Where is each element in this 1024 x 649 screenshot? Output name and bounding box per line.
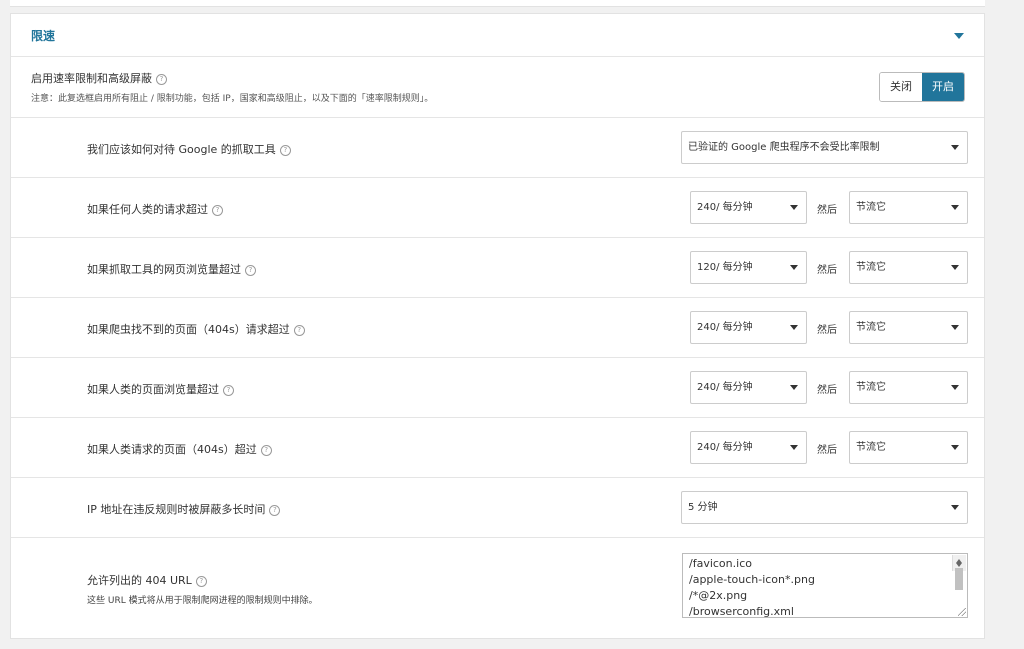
block-duration-text: IP 地址在违反规则时被屏蔽多长时间 — [87, 503, 266, 516]
human-requests-label: 如果任何人类的请求超过? — [87, 201, 223, 217]
crawler-404s-text: 如果爬虫找不到的页面（404s）请求超过 — [87, 323, 290, 336]
then-label: 然后 — [817, 445, 837, 456]
rate-value: 240/ 每分钟 — [697, 442, 753, 453]
help-icon[interactable]: ? — [269, 504, 281, 516]
google-crawlers-value: 已验证的 Google 爬虫程序不会受比率限制 — [688, 142, 880, 153]
action-value: 节流它 — [856, 202, 886, 213]
block-duration-row: IP 地址在违反规则时被屏蔽多长时间? 5 分钟 — [11, 478, 984, 538]
enable-rate-limiting-row: 启用速率限制和高级屏蔽? 注意：此复选框启用所有阻止 / 限制功能，包括 IP，… — [11, 57, 984, 118]
crawler-404s-label: 如果爬虫找不到的页面（404s）请求超过? — [87, 321, 305, 337]
human-requests-action-select[interactable]: 节流它 — [849, 191, 968, 224]
human-requests-text: 如果任何人类的请求超过 — [87, 203, 208, 216]
enable-rate-limiting-note: 注意：此复选框启用所有阻止 / 限制功能，包括 IP，国家和高级阻止，以及下面的… — [31, 94, 434, 104]
crawler-pageviews-action-select[interactable]: 节流它 — [849, 251, 968, 284]
action-value: 节流它 — [856, 322, 886, 333]
rate-value: 240/ 每分钟 — [697, 382, 753, 393]
human-404s-row: 如果人类请求的页面（404s）超过? 240/ 每分钟 然后 节流它 — [11, 418, 984, 478]
scroll-thumb[interactable] — [955, 568, 963, 590]
human-404s-text: 如果人类请求的页面（404s）超过 — [87, 443, 257, 456]
google-crawlers-label: 我们应该如何对待 Google 的抓取工具? — [87, 141, 291, 157]
allowed-404-urls-label: 允许列出的 404 URL? — [87, 572, 207, 588]
crawler-pageviews-label: 如果抓取工具的网页浏览量超过? — [87, 261, 256, 277]
toggle-off-button[interactable]: 关闭 — [880, 73, 922, 101]
help-icon[interactable]: ? — [245, 264, 256, 276]
url-line: /browserconfig.xml — [689, 605, 794, 618]
human-pageviews-label: 如果人类的页面浏览量超过? — [87, 381, 234, 397]
panel-title: 限速 — [31, 29, 56, 43]
dropdown-arrow-icon — [790, 325, 798, 330]
then-label: 然后 — [817, 385, 837, 396]
human-404s-label: 如果人类请求的页面（404s）超过? — [87, 441, 272, 457]
rate-limiting-panel: 限速 启用速率限制和高级屏蔽? 注意：此复选框启用所有阻止 / 限制功能，包括 … — [10, 13, 985, 639]
enable-rate-limiting-text: 启用速率限制和高级屏蔽 — [31, 72, 152, 85]
collapse-caret-icon[interactable] — [954, 33, 964, 39]
dropdown-arrow-icon — [790, 385, 798, 390]
action-value: 节流它 — [856, 262, 886, 273]
toggle-on-button[interactable]: 开启 — [922, 73, 964, 101]
url-line: /favicon.ico — [689, 557, 752, 570]
help-icon[interactable]: ? — [223, 384, 234, 396]
dropdown-arrow-icon — [951, 265, 959, 270]
help-icon[interactable]: ? — [279, 144, 291, 156]
action-value: 节流它 — [856, 442, 886, 453]
help-icon[interactable]: ? — [293, 324, 305, 336]
crawler-pageviews-text: 如果抓取工具的网页浏览量超过 — [87, 263, 241, 276]
dropdown-arrow-icon — [951, 145, 959, 150]
rate-value: 240/ 每分钟 — [697, 322, 753, 333]
block-duration-select[interactable]: 5 分钟 — [681, 491, 968, 524]
url-line: /*@2x.png — [689, 589, 748, 602]
help-icon[interactable]: ? — [195, 575, 207, 587]
human-requests-row: 如果任何人类的请求超过? 240/ 每分钟 然后 节流它 — [11, 178, 984, 238]
dropdown-arrow-icon — [790, 205, 798, 210]
google-crawlers-row: 我们应该如何对待 Google 的抓取工具? 已验证的 Google 爬虫程序不… — [11, 118, 984, 178]
help-icon[interactable]: ? — [212, 204, 223, 216]
then-label: 然后 — [817, 205, 837, 216]
human-pageviews-rate-select[interactable]: 240/ 每分钟 — [690, 371, 807, 404]
google-crawlers-text: 我们应该如何对待 Google 的抓取工具 — [87, 143, 276, 156]
human-404s-rate-select[interactable]: 240/ 每分钟 — [690, 431, 807, 464]
dropdown-arrow-icon — [951, 205, 959, 210]
then-label: 然后 — [817, 325, 837, 336]
dropdown-arrow-icon — [790, 265, 798, 270]
resize-handle-icon[interactable] — [958, 608, 966, 616]
dropdown-arrow-icon — [951, 325, 959, 330]
allowed-404-urls-textarea[interactable]: /favicon.ico /apple-touch-icon*.png /*@2… — [682, 553, 968, 618]
dropdown-arrow-icon — [951, 385, 959, 390]
then-label: 然后 — [817, 265, 837, 276]
enable-toggle[interactable]: 关闭 开启 — [879, 72, 965, 102]
crawler-pageviews-rate-select[interactable]: 120/ 每分钟 — [690, 251, 807, 284]
rate-value: 240/ 每分钟 — [697, 202, 753, 213]
dropdown-arrow-icon — [790, 445, 798, 450]
crawler-404s-rate-select[interactable]: 240/ 每分钟 — [690, 311, 807, 344]
human-pageviews-action-select[interactable]: 节流它 — [849, 371, 968, 404]
help-icon[interactable]: ? — [156, 73, 167, 85]
crawler-404s-row: 如果爬虫找不到的页面（404s）请求超过? 240/ 每分钟 然后 节流它 — [11, 298, 984, 358]
dropdown-arrow-icon — [951, 445, 959, 450]
allowed-404-urls-text: 允许列出的 404 URL — [87, 574, 192, 587]
textarea-scrollbar[interactable] — [952, 555, 966, 590]
google-crawlers-select[interactable]: 已验证的 Google 爬虫程序不会受比率限制 — [681, 131, 968, 164]
crawler-pageviews-row: 如果抓取工具的网页浏览量超过? 120/ 每分钟 然后 节流它 — [11, 238, 984, 298]
crawler-404s-action-select[interactable]: 节流它 — [849, 311, 968, 344]
human-pageviews-row: 如果人类的页面浏览量超过? 240/ 每分钟 然后 节流它 — [11, 358, 984, 418]
url-line: /apple-touch-icon*.png — [689, 573, 815, 586]
previous-panel-edge — [10, 0, 985, 7]
human-pageviews-text: 如果人类的页面浏览量超过 — [87, 383, 219, 396]
allowed-404-urls-note: 这些 URL 模式将从用于限制爬网进程的限制规则中排除。 — [87, 596, 318, 606]
block-duration-label: IP 地址在违反规则时被屏蔽多长时间? — [87, 501, 281, 517]
scroll-down-arrow-icon[interactable] — [956, 563, 962, 567]
block-duration-value: 5 分钟 — [688, 502, 718, 513]
human-requests-rate-select[interactable]: 240/ 每分钟 — [690, 191, 807, 224]
help-icon[interactable]: ? — [260, 444, 272, 456]
dropdown-arrow-icon — [951, 505, 959, 510]
action-value: 节流它 — [856, 382, 886, 393]
panel-header[interactable]: 限速 — [11, 14, 984, 57]
rate-value: 120/ 每分钟 — [697, 262, 753, 273]
enable-rate-limiting-label: 启用速率限制和高级屏蔽? — [31, 70, 167, 86]
allowed-404-urls-row: 允许列出的 404 URL? 这些 URL 模式将从用于限制爬网进程的限制规则中… — [11, 538, 984, 636]
human-404s-action-select[interactable]: 节流它 — [849, 431, 968, 464]
